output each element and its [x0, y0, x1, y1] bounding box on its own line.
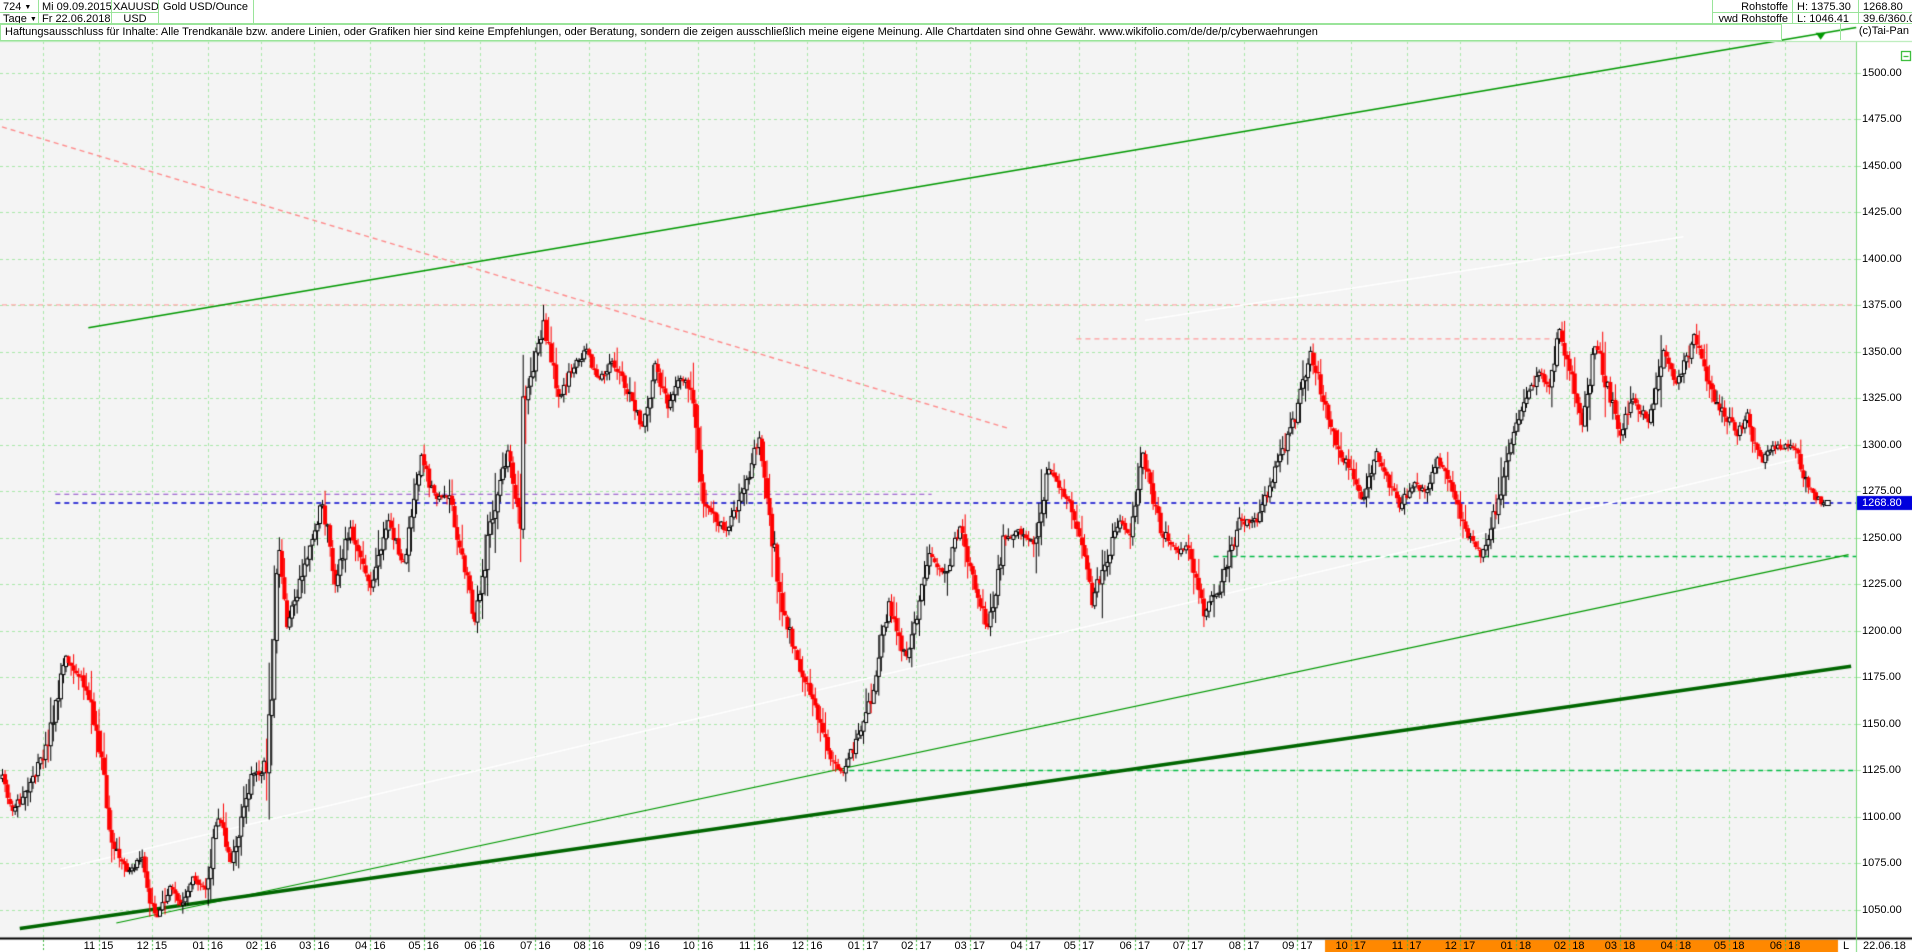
- x-axis-label: 07 16: [520, 940, 551, 952]
- x-axis-label: 01 16: [192, 940, 223, 952]
- y-axis-label: 1275.00: [1862, 485, 1902, 497]
- y-axis-label: 1050.00: [1862, 904, 1902, 916]
- last-price-badge: 1268.80: [1862, 497, 1902, 509]
- x-axis-label: 06 17: [1120, 940, 1151, 952]
- x-axis-label: 03 16: [299, 940, 330, 952]
- last-date-label: 22.06.18: [1863, 940, 1906, 952]
- x-axis-label: 12 15: [137, 940, 168, 952]
- y-axis-label: 1450.00: [1862, 160, 1902, 172]
- header-bar: 724 Tage Mi 09.09.2015 Fr 22.06.2018 XAU…: [0, 0, 1912, 24]
- y-axis-label: 1175.00: [1862, 671, 1901, 683]
- x-axis-label: 03 17: [954, 940, 985, 952]
- x-axis-label: 11 17: [1392, 940, 1422, 952]
- y-axis-label: 1500.00: [1862, 67, 1902, 79]
- y-axis-label: 1425.00: [1862, 206, 1902, 218]
- disclaimer-text: Haftungsausschluss für Inhalte: Alle Tre…: [5, 26, 1777, 39]
- x-axis-label: 02 18: [1554, 940, 1585, 952]
- x-axis-label: 12 16: [792, 940, 823, 952]
- x-axis-label: 02 16: [246, 940, 277, 952]
- x-axis-label: 04 18: [1661, 940, 1692, 952]
- y-axis-label: 1250.00: [1862, 532, 1902, 544]
- y-axis-label: 1325.00: [1862, 392, 1902, 404]
- x-axis-label: 05 17: [1064, 940, 1095, 952]
- price-chart-canvas[interactable]: [0, 0, 1912, 952]
- x-axis-label: 10 16: [683, 940, 714, 952]
- y-axis-label: 1300.00: [1862, 439, 1902, 451]
- y-axis-label: 1400.00: [1862, 253, 1902, 265]
- x-axis-label: 10 17: [1335, 940, 1366, 952]
- copyright-label: (c)Tai-Pan: [1840, 24, 1912, 40]
- x-axis-label: 05 16: [408, 940, 439, 952]
- x-axis-label: 06 16: [464, 940, 495, 952]
- x-axis-label: 11 15: [84, 940, 114, 952]
- x-axis-label: 04 16: [355, 940, 386, 952]
- x-axis-label: 02 17: [901, 940, 932, 952]
- y-axis-label: 1350.00: [1862, 346, 1902, 358]
- x-axis-label: 12 17: [1445, 940, 1476, 952]
- x-axis-label: 09 17: [1282, 940, 1313, 952]
- x-axis-label: 01 17: [848, 940, 879, 952]
- taipan-chart-window: 724 Tage Mi 09.09.2015 Fr 22.06.2018 XAU…: [0, 0, 1912, 952]
- x-axis-label: 08 16: [573, 940, 604, 952]
- y-axis-label: 1075.00: [1862, 857, 1902, 869]
- x-axis-label: 06 18: [1770, 940, 1801, 952]
- y-axis-label: 1200.00: [1862, 625, 1902, 637]
- x-axis-label: 09 16: [629, 940, 660, 952]
- y-axis-label: 1150.00: [1862, 718, 1901, 730]
- y-axis-label: 1225.00: [1862, 578, 1902, 590]
- x-axis-label: 08 17: [1229, 940, 1260, 952]
- x-axis-label: 05 18: [1714, 940, 1745, 952]
- y-axis-label: 1475.00: [1862, 113, 1902, 125]
- y-axis-label: 1125.00: [1862, 764, 1901, 776]
- last-bar-marker-label: L: [1843, 940, 1849, 952]
- x-axis-label: 03 18: [1605, 940, 1636, 952]
- instrument-name: Gold USD/Ounce: [163, 1, 248, 13]
- x-axis-label: 04 17: [1010, 940, 1041, 952]
- y-axis-label: 1100.00: [1862, 811, 1901, 823]
- x-axis-label: 07 17: [1173, 940, 1204, 952]
- y-axis-label: 1375.00: [1862, 299, 1902, 311]
- x-axis-label: 01 18: [1501, 940, 1532, 952]
- x-axis-label: 11 16: [739, 940, 769, 952]
- disclaimer-box: Haftungsausschluss für Inhalte: Alle Tre…: [0, 24, 1782, 41]
